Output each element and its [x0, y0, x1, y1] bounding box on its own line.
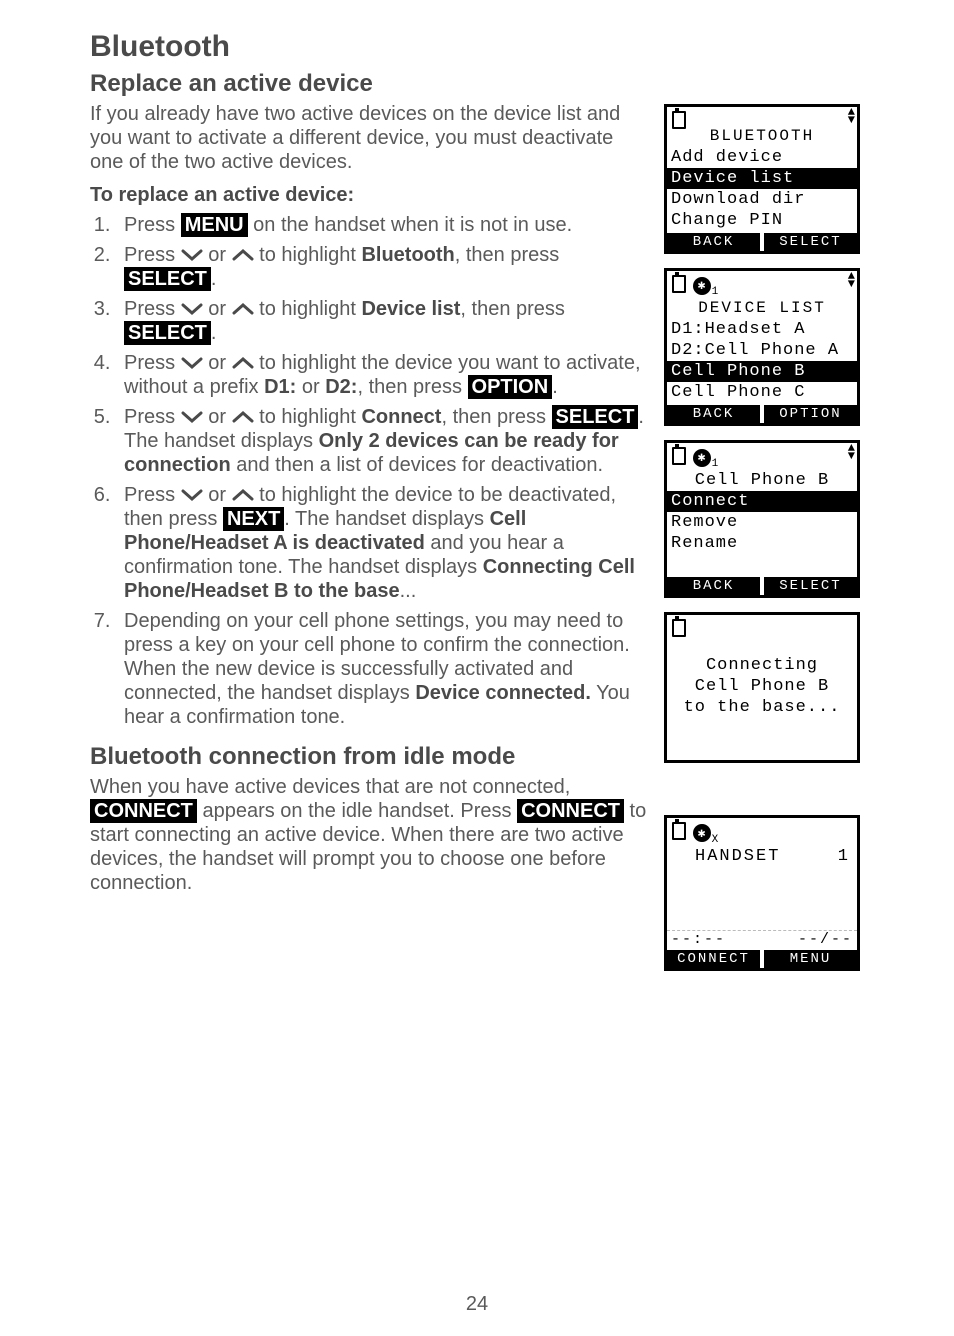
- select-keyword: SELECT: [124, 321, 211, 345]
- section-b-heading: Bluetooth connection from idle mode: [90, 743, 650, 771]
- down-arrow-icon: [181, 249, 203, 263]
- option-keyword: OPTION: [468, 375, 553, 399]
- page-number: 24: [0, 1293, 954, 1316]
- step-2: Press or to highlight Bluetooth, then pr…: [116, 243, 650, 291]
- scroll-indicator-icon: ▲▼: [848, 108, 855, 124]
- softkey-select: SELECT: [764, 577, 857, 595]
- down-arrow-icon: [181, 303, 203, 317]
- battery-icon: [669, 444, 683, 462]
- softkey-back: BACK: [667, 405, 760, 423]
- step-7: Depending on your cell phone settings, y…: [116, 609, 650, 729]
- status-icons: ✱1: [669, 444, 718, 470]
- softkey-menu: MENU: [764, 950, 857, 968]
- section-b-para: When you have active devices that are no…: [90, 775, 650, 895]
- softkey-connect: CONNECT: [667, 950, 760, 968]
- battery-icon: [669, 616, 683, 634]
- select-keyword: SELECT: [552, 405, 639, 429]
- lcd-item: Download dir: [667, 189, 857, 210]
- lcd-item-selected: Connect: [667, 491, 857, 512]
- lcd-item: Rename: [667, 533, 857, 554]
- bluetooth-icon: ✱: [693, 449, 711, 467]
- menu-keyword: MENU: [181, 213, 248, 237]
- connect-keyword: CONNECT: [90, 799, 197, 823]
- lcd-screen-device-list: ✱1 ▲▼ DEVICE LIST D1:Headset A D2:Cell P…: [664, 268, 860, 426]
- step-6: Press or to highlight the device to be d…: [116, 483, 650, 603]
- up-arrow-icon: [232, 303, 254, 317]
- lcd-item: D1:Headset A: [667, 319, 857, 340]
- lcd-screen-device-options: ✱1 ▲▼ Cell Phone B Connect Remove Rename…: [664, 440, 860, 598]
- down-arrow-icon: [181, 357, 203, 371]
- lcd-item: D2:Cell Phone A: [667, 340, 857, 361]
- lcd-screen-bluetooth-menu: ▲▼ BLUETOOTH Add device Device list Down…: [664, 104, 860, 254]
- down-arrow-icon: [181, 489, 203, 503]
- step-4: Press or to highlight the device you wan…: [116, 351, 650, 399]
- section-a-subbold: To replace an active device:: [90, 184, 650, 207]
- figure-column: ▲▼ BLUETOOTH Add device Device list Down…: [664, 70, 864, 971]
- battery-icon: [669, 819, 683, 837]
- up-arrow-icon: [232, 411, 254, 425]
- scroll-indicator-icon: ▲▼: [848, 444, 855, 460]
- next-keyword: NEXT: [223, 507, 284, 531]
- lcd-screen-idle: ✱X HANDSET 1 --:-- --/--: [664, 815, 860, 970]
- status-icons: ✱1: [669, 272, 718, 298]
- lcd-message-line: Cell Phone B: [667, 676, 857, 697]
- lcd-title: BLUETOOTH: [667, 126, 857, 147]
- softkey-option: OPTION: [764, 405, 857, 423]
- lcd-item-selected: Cell Phone B: [667, 361, 857, 382]
- step-1: Press MENU on the handset when it is not…: [116, 213, 650, 237]
- lcd-title: DEVICE LIST: [667, 298, 857, 319]
- lcd-screen-connecting: Connecting Cell Phone B to the base...: [664, 612, 860, 763]
- status-icons: ✱X: [669, 819, 718, 845]
- step-5: Press or to highlight Connect, then pres…: [116, 405, 650, 477]
- lcd-item: Add device: [667, 147, 857, 168]
- up-arrow-icon: [232, 249, 254, 263]
- softkey-back: BACK: [667, 233, 760, 251]
- down-arrow-icon: [181, 411, 203, 425]
- lcd-message-line: Connecting: [667, 655, 857, 676]
- lcd-item-selected: Device list: [667, 168, 857, 189]
- main-column: Replace an active device If you already …: [90, 70, 650, 971]
- scroll-indicator-icon: ▲▼: [848, 272, 855, 288]
- bluetooth-icon: ✱: [693, 824, 711, 842]
- step-3: Press or to highlight Device list, then …: [116, 297, 650, 345]
- bluetooth-icon: ✱: [693, 277, 711, 295]
- section-a-heading: Replace an active device: [90, 70, 650, 98]
- softkey-back: BACK: [667, 577, 760, 595]
- battery-icon: [669, 108, 683, 126]
- lcd-datetime-row: --:-- --/--: [667, 930, 857, 948]
- lcd-handset-row: HANDSET 1: [667, 846, 857, 867]
- lcd-message-line: to the base...: [667, 697, 857, 718]
- battery-icon: [669, 272, 683, 290]
- select-keyword: SELECT: [124, 267, 211, 291]
- lcd-item: Cell Phone C: [667, 382, 857, 403]
- lcd-item: Remove: [667, 512, 857, 533]
- softkey-select: SELECT: [764, 233, 857, 251]
- section-a-intro: If you already have two active devices o…: [90, 102, 650, 174]
- lcd-item: Change PIN: [667, 210, 857, 231]
- up-arrow-icon: [232, 489, 254, 503]
- up-arrow-icon: [232, 357, 254, 371]
- page-title: Bluetooth: [90, 30, 864, 64]
- connect-keyword: CONNECT: [517, 799, 624, 823]
- section-a-steps: Press MENU on the handset when it is not…: [90, 213, 650, 729]
- lcd-title: Cell Phone B: [667, 470, 857, 491]
